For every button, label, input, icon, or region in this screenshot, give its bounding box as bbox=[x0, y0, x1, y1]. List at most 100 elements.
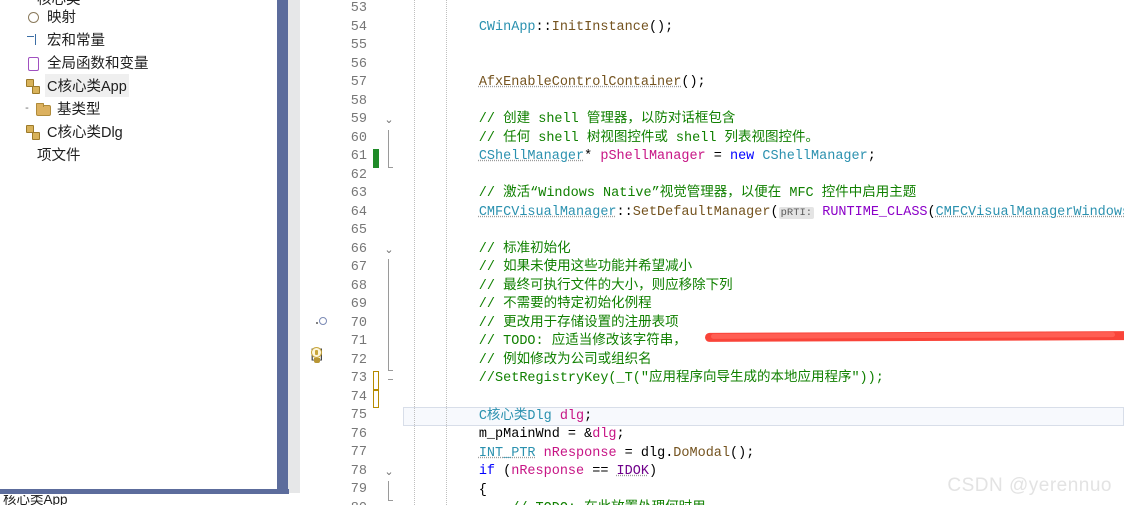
change-bar-gold bbox=[373, 389, 379, 408]
code-token: if bbox=[478, 464, 496, 479]
tree-item-3[interactable]: 全局函数和变量 bbox=[0, 51, 277, 74]
code-line-current[interactable]: C核心类Dlg dlg; bbox=[403, 407, 1124, 426]
code-line[interactable] bbox=[404, 167, 1124, 186]
tree-expander-icon[interactable]: - bbox=[20, 103, 34, 114]
editor-code-surface[interactable]: CWinApp::InitInstance(); AfxEnableContro… bbox=[403, 0, 1124, 505]
code-line[interactable]: //SetRegistryKey(_T("应用程序向导生成的本地应用程序")); bbox=[404, 370, 1124, 389]
code-line[interactable]: // 任何 shell 树视图控件或 shell 列表视图控件。 bbox=[404, 130, 1124, 149]
no-icon bbox=[14, 146, 32, 164]
code-token: pRTI: bbox=[778, 206, 815, 219]
sidebar-vertical-scrollbar[interactable] bbox=[277, 0, 300, 493]
code-token: nResponse bbox=[511, 464, 585, 479]
tree-item-6[interactable]: C核心类Dlg bbox=[0, 120, 277, 143]
code-line[interactable]: // TODO: 在此放置处理何时用 bbox=[404, 500, 1124, 505]
code-line[interactable] bbox=[404, 0, 1124, 19]
code-line[interactable]: CWinApp::InitInstance(); bbox=[404, 19, 1124, 38]
line-number: 78 bbox=[350, 463, 367, 479]
code-line[interactable]: // 更改用于存储设置的注册表项 bbox=[404, 315, 1124, 334]
code-token: dlg bbox=[592, 427, 617, 442]
editor-code-folding-gutter[interactable]: ⌄⌄⌄⌄⌄ bbox=[382, 0, 404, 505]
line-number: 65 bbox=[350, 223, 367, 238]
line-number: 64 bbox=[350, 204, 367, 220]
fold-chevron-down-icon[interactable]: ⌄ bbox=[382, 111, 396, 130]
code-token: // 更改用于存储设置的注册表项 bbox=[414, 315, 679, 331]
code-line[interactable]: // 如果未使用这些功能并希望减小 bbox=[404, 259, 1124, 278]
code-line[interactable]: // 不需要的特定初始化例程 bbox=[404, 296, 1124, 315]
code-line[interactable]: // 标准初始化 bbox=[404, 241, 1124, 260]
code-editor-pane[interactable]: [] 5354555657585960616263646566676869707… bbox=[300, 0, 1124, 505]
change-bar-gold bbox=[373, 371, 379, 390]
line-number: 55 bbox=[350, 38, 367, 53]
watermark: CSDN @yerennuo bbox=[947, 475, 1112, 496]
fold-region-line bbox=[388, 259, 389, 370]
code-line[interactable]: // TODO: 应适当修改该字符串， bbox=[404, 333, 1124, 352]
preview-changes-icon[interactable] bbox=[316, 316, 330, 328]
code-token: AfxEnableControlContainer bbox=[478, 75, 682, 90]
tree-item-5[interactable]: - 基类型 bbox=[0, 97, 277, 120]
code-line[interactable]: // 创建 shell 管理器，以防对话框包含 bbox=[404, 111, 1124, 130]
code-token: ) bbox=[648, 464, 658, 479]
fold-region-end-tick bbox=[388, 166, 393, 168]
code-line[interactable] bbox=[404, 56, 1124, 75]
class-icon bbox=[24, 123, 42, 141]
sidebar-scrollbar-thumb[interactable] bbox=[277, 0, 288, 493]
code-line[interactable]: INT_PTR nResponse = dlg.DoModal(); bbox=[404, 445, 1124, 464]
code-token: // TODO: 在此放置处理何时用 bbox=[414, 501, 705, 505]
code-token: //SetRegistryKey(_T("应用程序向导生成的本地应用程序")); bbox=[414, 371, 884, 386]
tree-item-label: 宏和常量 bbox=[47, 33, 105, 49]
line-number: 66 bbox=[350, 241, 367, 257]
line-number: 58 bbox=[350, 93, 367, 109]
line-number: 62 bbox=[350, 167, 367, 183]
line-number: 61 bbox=[350, 149, 367, 164]
code-token: ( bbox=[927, 204, 936, 220]
code-token: // 如果未使用这些功能并希望减小 bbox=[414, 260, 693, 275]
code-token: CMFCVisualManager bbox=[478, 204, 617, 220]
class-view-panel[interactable]: 核心类映射宏和常量全局函数和变量C核心类App-基类型C核心类Dlg项文件 bbox=[0, 0, 277, 493]
code-line[interactable]: CMFCVisualManager::SetDefaultManager(pRT… bbox=[404, 204, 1124, 223]
class-view-tree[interactable]: 核心类映射宏和常量全局函数和变量C核心类App-基类型C核心类Dlg项文件 bbox=[0, 0, 277, 166]
line-number: 60 bbox=[350, 130, 367, 146]
tree-item-4[interactable]: C核心类App bbox=[0, 74, 277, 97]
fold-chevron-down-icon[interactable]: ⌄ bbox=[382, 463, 396, 482]
code-token: // TODO: 应适当修改该字符串， bbox=[414, 334, 687, 349]
code-line[interactable]: CShellManager* pShellManager = new CShel… bbox=[404, 148, 1124, 167]
code-token: // 创建 shell 管理器，以防对话框包含 bbox=[414, 112, 736, 127]
code-token: ; bbox=[584, 409, 593, 424]
folder-icon bbox=[34, 100, 52, 118]
tree-item-1[interactable]: 映射 bbox=[0, 5, 277, 28]
code-token: CShellManager bbox=[762, 149, 868, 164]
code-line[interactable] bbox=[404, 37, 1124, 56]
code-line[interactable]: m_pMainWnd = &dlg; bbox=[404, 426, 1124, 445]
code-token: (); bbox=[648, 19, 674, 35]
code-token: pShellManager bbox=[600, 149, 706, 164]
line-number: 68 bbox=[350, 278, 367, 294]
code-line[interactable]: // 激活“Windows Native”视觉管理器，以便在 MFC 控件中启用… bbox=[404, 185, 1124, 204]
code-line[interactable] bbox=[404, 93, 1124, 112]
code-token: = bbox=[616, 445, 641, 461]
code-line[interactable] bbox=[404, 222, 1124, 241]
code-token: nResponse bbox=[543, 445, 617, 461]
code-token: new bbox=[729, 149, 755, 164]
code-line[interactable]: // 例如修改为公司或组织名 bbox=[404, 352, 1124, 371]
code-line[interactable]: // 最终可执行文件的大小，则应移除下列 bbox=[404, 278, 1124, 297]
code-line[interactable] bbox=[404, 389, 1124, 408]
code-line[interactable]: AfxEnableControlContainer(); bbox=[404, 74, 1124, 93]
code-token: CShellManager bbox=[478, 149, 585, 164]
line-number: 73 bbox=[350, 371, 367, 386]
line-number: 69 bbox=[350, 297, 367, 312]
tree-item-7[interactable]: 项文件 bbox=[0, 143, 277, 166]
fold-chevron-down-icon[interactable]: ⌄ bbox=[382, 241, 396, 260]
fold-region-end-tick bbox=[388, 379, 393, 380]
code-token: // 任何 shell 树视图控件或 shell 列表视图控件。 bbox=[414, 130, 820, 146]
quick-actions-bulb-icon[interactable] bbox=[310, 347, 325, 364]
tree-item-2[interactable]: 宏和常量 bbox=[0, 28, 277, 51]
code-token: // 激活“Windows Native”视觉管理器，以便在 MFC 控件中启用… bbox=[414, 186, 917, 201]
code-token: SetDefaultManager bbox=[632, 204, 771, 220]
code-token: INT_PTR bbox=[478, 445, 536, 461]
indent-guide bbox=[414, 0, 415, 505]
code-token: :: bbox=[535, 19, 552, 35]
sidebar-bottom-tab[interactable]: 核心类App bbox=[1, 495, 201, 505]
tree-item-label: 基类型 bbox=[57, 102, 101, 118]
